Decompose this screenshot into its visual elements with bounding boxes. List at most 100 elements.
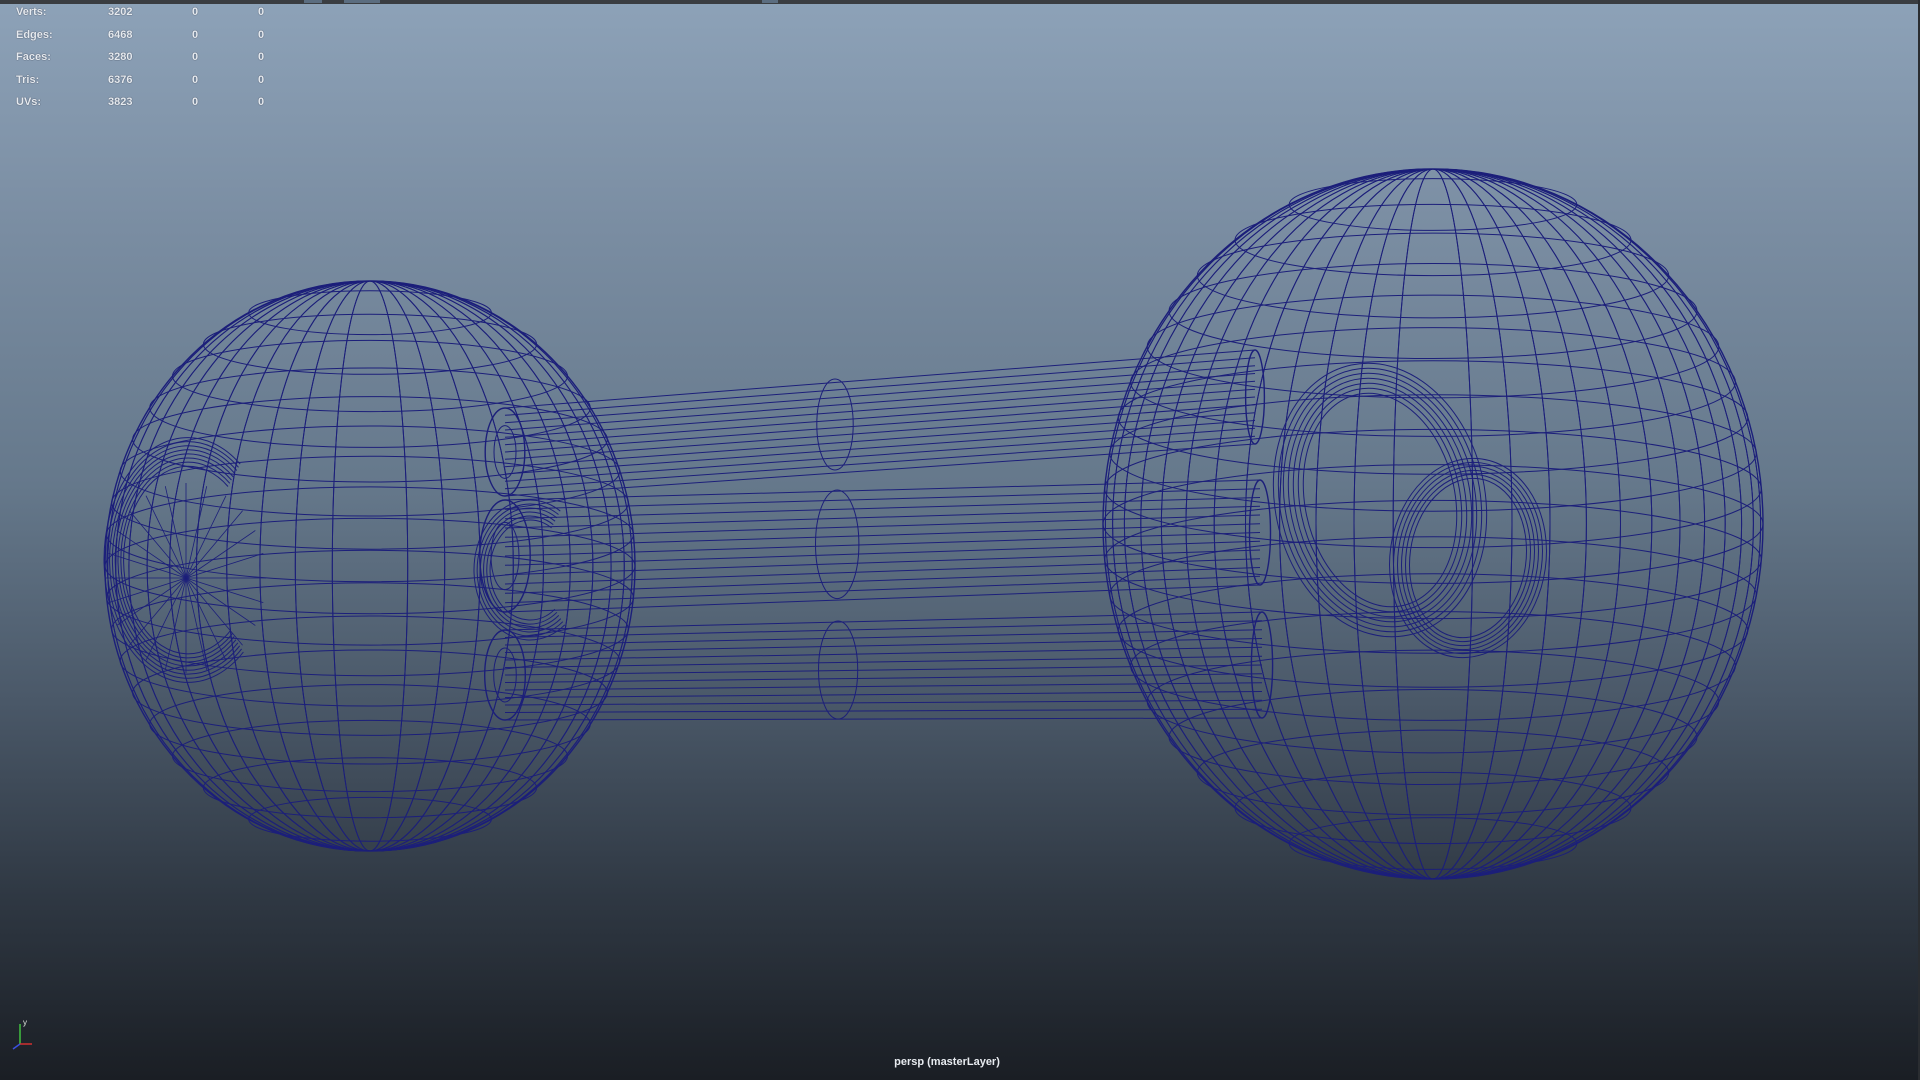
hud-row-uvs: UVs: 3823 0 0: [16, 96, 276, 119]
perspective-viewport[interactable]: Verts: 3202 0 0 Edges: 6468 0 0 Faces: 3…: [0, 0, 1920, 1080]
sphere-latitude: [248, 796, 492, 842]
letter-c-stroke: [106, 441, 242, 679]
hud-value: 0: [258, 73, 265, 86]
sphere-latitude: [202, 757, 538, 819]
hud-value: 0: [258, 96, 265, 109]
hud-value: 0: [258, 51, 265, 64]
sphere-meridian: [294, 280, 446, 852]
hud-row-edges: Edges: 6468 0 0: [16, 29, 276, 52]
cylinder-edge: [504, 611, 1263, 631]
sphere-meridian: [169, 280, 571, 852]
hud-row-tris: Tris: 6376 0 0: [16, 74, 276, 97]
sphere-meridian: [169, 280, 571, 852]
poly-count-hud: Verts: 3202 0 0 Edges: 6468 0 0 Faces: 3…: [16, 6, 276, 119]
sphere-latitude: [132, 649, 608, 736]
sphere-latitude: [1168, 689, 1698, 785]
hud-value: 0: [192, 28, 199, 41]
sphere-latitude: [111, 455, 629, 550]
cylinder-edge: [504, 497, 1261, 520]
hud-row-verts: Verts: 3202 0 0: [16, 6, 276, 29]
hud-value: 6376: [108, 73, 133, 86]
cylinder-edge: [504, 373, 1256, 431]
letter-c-stroke: [473, 499, 566, 641]
cylinder-edge: [504, 638, 1263, 653]
sphere-pole-spoke: [185, 577, 208, 670]
right-sphere: [1102, 168, 1764, 880]
sphere-pole-spoke: [129, 510, 187, 579]
sphere-latitude: [202, 313, 538, 375]
sphere-meridian: [146, 280, 594, 852]
sphere-meridian: [128, 280, 612, 852]
hud-value: 3202: [108, 6, 133, 18]
hud-label: Edges:: [16, 28, 53, 41]
hud-label: UVs:: [16, 96, 42, 109]
sphere-pole-spoke: [185, 510, 243, 579]
cylinder-edge: [504, 349, 1256, 409]
cylinder-edge: [504, 365, 1256, 424]
cylinder-edge: [504, 717, 1263, 721]
sphere-pole-spoke: [145, 495, 187, 579]
sphere-latitude: [1130, 327, 1736, 437]
cylinder-edge: [504, 357, 1256, 416]
sphere-meridian: [226, 280, 514, 852]
hud-value: 0: [192, 96, 199, 109]
sphere-latitude: [1234, 771, 1632, 845]
sphere-meridian: [259, 280, 481, 852]
left-sphere: [104, 280, 636, 852]
cylinder-edge: [504, 673, 1263, 683]
sphere-meridian: [294, 280, 446, 852]
sphere-meridian: [226, 280, 514, 852]
wireframe-model[interactable]: [0, 0, 1920, 1080]
cylinder-midring: [816, 378, 854, 471]
sphere-latitude: [1168, 263, 1698, 359]
sphere-meridian: [259, 280, 481, 852]
cylinder-edge: [504, 620, 1263, 638]
sphere-latitude: [1234, 203, 1632, 277]
letter-ring: [1397, 465, 1539, 651]
letter-ring: [1408, 477, 1528, 639]
sphere-meridian: [331, 280, 409, 852]
upper-cylinder: [484, 349, 1266, 497]
y-axis-label: y: [23, 1018, 27, 1027]
sphere-meridian: [128, 280, 612, 852]
sphere-latitude: [248, 290, 492, 336]
sphere-pole-spoke: [129, 577, 187, 646]
cylinder-edge: [504, 404, 1256, 460]
camera-label: persp (masterLayer): [894, 1056, 1000, 1068]
hud-value: 0: [258, 28, 265, 41]
letter-c-stroke: [111, 449, 239, 671]
hud-value: 0: [258, 6, 265, 18]
hud-label: Faces:: [16, 51, 51, 64]
middle-cylinder: [479, 479, 1272, 613]
sphere-latitude: [172, 719, 568, 793]
hud-value: 3823: [108, 96, 133, 109]
cylinder-edge: [504, 532, 1261, 557]
hud-value: 0: [192, 51, 199, 64]
cylinder-edge: [504, 708, 1263, 713]
z-axis-line: [12, 1043, 21, 1050]
lower-cylinder: [484, 611, 1274, 721]
letter-ring: [1282, 372, 1478, 628]
hud-value: 6468: [108, 28, 133, 41]
letter-ring: [1287, 377, 1473, 623]
hud-label: Verts:: [16, 6, 47, 18]
hud-row-faces: Faces: 3280 0 0: [16, 51, 276, 74]
cylinder-edge: [504, 488, 1261, 510]
hud-value: 0: [192, 6, 199, 18]
hud-value: 3280: [108, 51, 133, 64]
axis-indicator-icon: y: [12, 1018, 32, 1050]
sphere-latitude: [104, 517, 636, 615]
sphere-latitude: [172, 339, 568, 413]
cylinder-edge: [504, 629, 1263, 646]
cylinder-edge: [504, 523, 1261, 548]
sphere-latitude: [1109, 394, 1757, 512]
sphere-outline: [104, 280, 636, 852]
letter-ring: [1393, 461, 1543, 655]
hud-value: 0: [192, 73, 199, 86]
sphere-meridian: [146, 280, 594, 852]
letter-c-stroke: [103, 437, 244, 683]
sphere-meridian: [331, 280, 409, 852]
sphere-pole-spoke: [185, 577, 243, 646]
hud-label: Tris:: [16, 73, 40, 86]
sphere-pole-spoke: [185, 577, 227, 661]
